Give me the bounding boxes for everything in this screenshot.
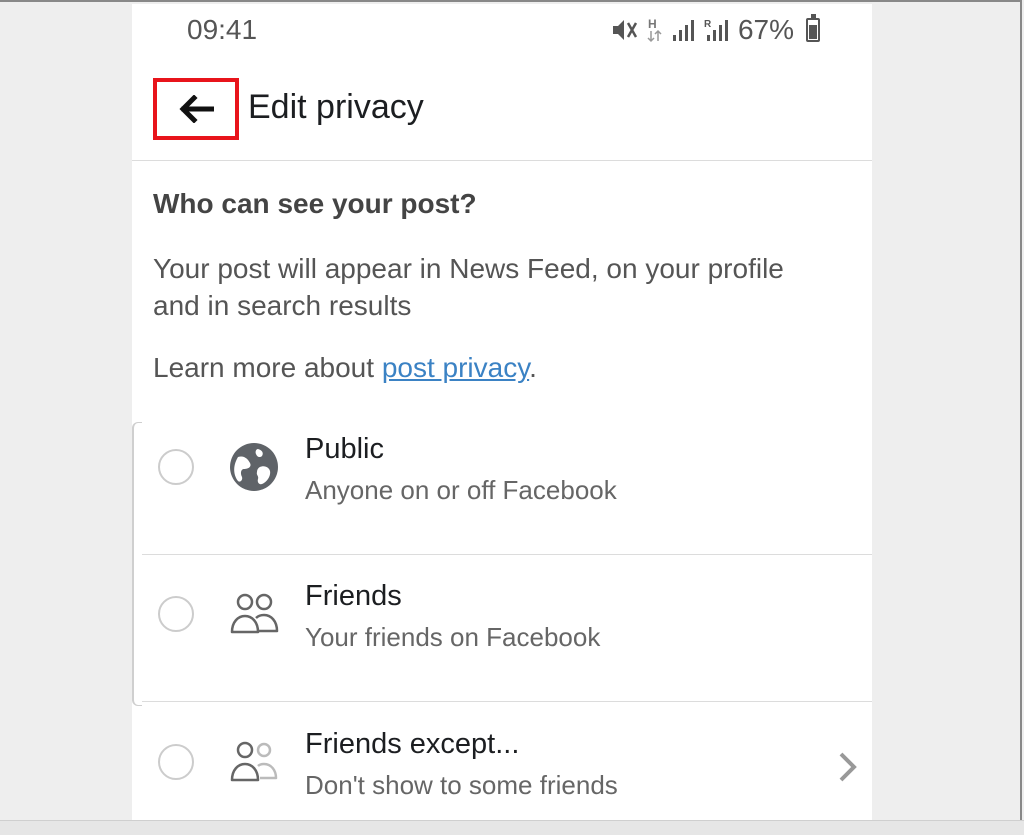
network-h-icon: H: [647, 17, 662, 43]
phone-screen: 09:41 H R 67% Edit privacy Who can see y…: [132, 4, 872, 820]
option-public[interactable]: Public Anyone on or off Facebook: [142, 407, 872, 555]
option-title: Public: [305, 433, 384, 465]
roaming-signal-icon: R: [704, 19, 728, 41]
option-title: Friends: [305, 580, 402, 612]
privacy-question: Who can see your post?: [153, 188, 477, 219]
friends-icon: [230, 593, 279, 634]
battery-percent: 67%: [737, 14, 794, 45]
arrow-left-icon: [179, 95, 214, 123]
radio-public[interactable]: [158, 449, 194, 485]
option-subtitle: Your friends on Facebook: [305, 622, 601, 652]
battery-icon: [806, 14, 820, 42]
option-subtitle: Anyone on or off Facebook: [305, 475, 617, 505]
option-friends-except[interactable]: Friends except... Don't show to some fri…: [142, 702, 872, 820]
learn-more-prefix: Learn more about: [153, 352, 382, 383]
options-card-edge: [132, 422, 142, 706]
mute-vibrate-icon: [612, 20, 638, 40]
signal-icon: [672, 20, 694, 41]
svg-text:R: R: [704, 19, 712, 30]
svg-text:H: H: [648, 17, 657, 31]
status-icons: H R 67%: [610, 14, 820, 46]
option-subtitle: Don't show to some friends: [305, 770, 618, 800]
privacy-description: Your post will appear in News Feed, on y…: [153, 253, 784, 321]
back-button[interactable]: [153, 78, 239, 140]
learn-more-text: Learn more about post privacy.: [153, 352, 537, 384]
radio-friends-except[interactable]: [158, 744, 194, 780]
chevron-right-icon: [839, 752, 857, 782]
app-header: Edit privacy: [132, 64, 872, 161]
window-bottom-bar: [0, 820, 1024, 835]
page-title: Edit privacy: [248, 88, 424, 126]
radio-friends[interactable]: [158, 596, 194, 632]
learn-more-suffix: .: [529, 352, 537, 383]
globe-icon: [230, 443, 278, 491]
option-title: Friends except...: [305, 728, 520, 760]
status-time: 09:41: [187, 14, 258, 45]
friends-except-icon: [230, 741, 278, 782]
post-privacy-link[interactable]: post privacy: [382, 352, 529, 383]
option-friends[interactable]: Friends Your friends on Facebook: [142, 554, 872, 702]
